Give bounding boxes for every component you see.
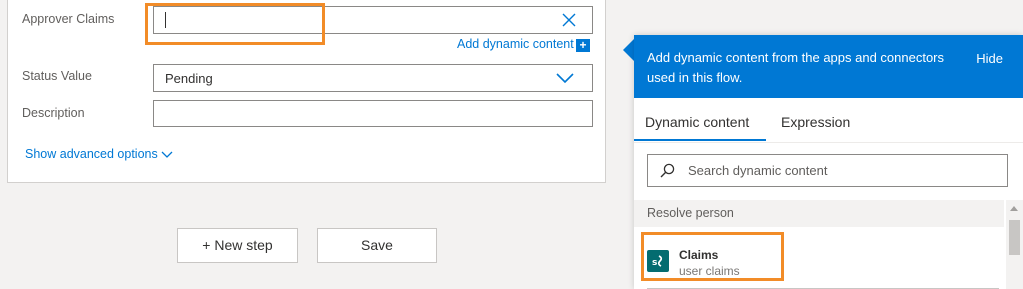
chevron-down-icon[interactable]	[161, 151, 173, 159]
sharepoint-icon: s	[647, 250, 669, 272]
scrollbar[interactable]	[1006, 200, 1023, 289]
panel-header: Add dynamic content from the apps and co…	[634, 35, 1023, 98]
status-value-select[interactable]: Pending	[153, 64, 593, 92]
scroll-up-arrow-icon[interactable]	[1010, 206, 1018, 211]
approver-claims-input[interactable]	[153, 6, 593, 34]
dynamic-content-panel: Add dynamic content from the apps and co…	[634, 35, 1023, 289]
add-dynamic-content-link[interactable]: Add dynamic content	[457, 37, 574, 51]
panel-header-text: Add dynamic content from the apps and co…	[647, 50, 945, 85]
clear-icon[interactable]	[562, 13, 576, 27]
svg-text:s: s	[652, 258, 657, 268]
chevron-down-icon[interactable]	[556, 73, 574, 84]
scroll-thumb[interactable]	[1009, 220, 1020, 255]
hide-button[interactable]: Hide	[976, 51, 1003, 66]
action-card: Approver Claims Add dynamic content + St…	[7, 0, 606, 183]
show-advanced-options-link[interactable]: Show advanced options	[25, 147, 158, 161]
description-label: Description	[22, 106, 85, 120]
description-input[interactable]	[153, 100, 593, 127]
active-tab-indicator	[634, 139, 766, 141]
plus-icon[interactable]: +	[576, 39, 590, 52]
panel-tabs: Dynamic content Expression	[634, 98, 1023, 143]
search-icon	[660, 163, 675, 178]
search-input[interactable]: Search dynamic content	[647, 154, 1008, 187]
status-value-label: Status Value	[22, 69, 92, 83]
panel-pointer	[623, 39, 634, 61]
list-item-claims[interactable]: s Claims user claims	[634, 227, 1004, 289]
new-step-button[interactable]: + New step	[177, 228, 298, 263]
status-value-selected: Pending	[165, 71, 213, 86]
tab-dynamic-content[interactable]: Dynamic content	[645, 114, 749, 130]
search-placeholder: Search dynamic content	[688, 163, 828, 178]
item-subtitle: user claims	[679, 264, 740, 278]
tab-expression[interactable]: Expression	[781, 114, 850, 130]
save-button[interactable]: Save	[317, 228, 437, 263]
text-cursor	[165, 12, 166, 28]
item-title: Claims	[679, 248, 719, 262]
section-title-resolve-person: Resolve person	[634, 200, 1004, 227]
approver-claims-label: Approver Claims	[22, 12, 115, 26]
